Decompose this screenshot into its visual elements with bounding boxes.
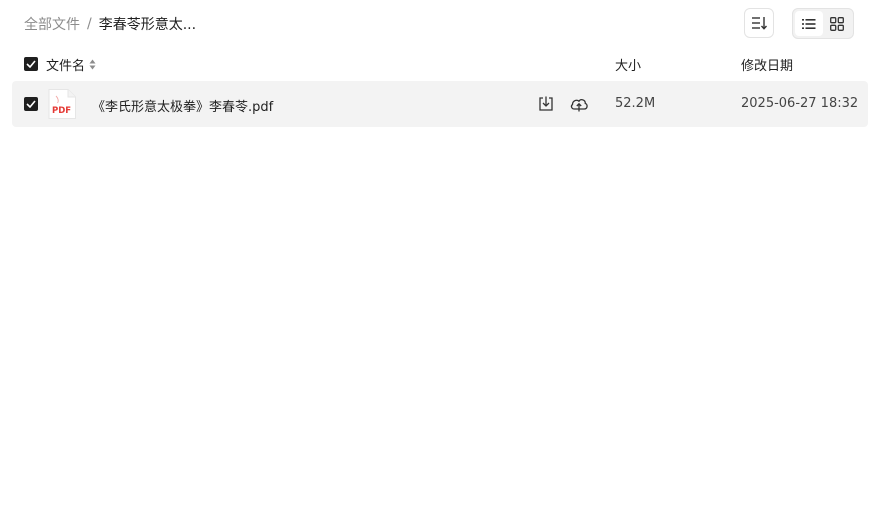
view-switch [792,8,854,39]
table-row[interactable]: PDF 《李氏形意太极拳》李春苓.pdf 52.2M 2025-06-27 18… [12,81,868,127]
select-all-checkbox[interactable] [24,57,38,71]
breadcrumb-root-link[interactable]: 全部文件 [24,14,80,34]
save-to-cloud-icon[interactable] [569,95,589,113]
column-header-date: 修改日期 [741,59,794,74]
sort-caret-icon [89,59,96,70]
sort-button[interactable] [744,8,774,38]
pdf-file-icon: PDF [48,89,76,119]
grid-view-button[interactable] [823,11,851,36]
list-view-button[interactable] [795,11,823,36]
file-modified-date: 2025-06-27 18:32 [741,96,859,111]
sort-icon [752,17,767,30]
checkmark-icon [26,100,36,108]
table-header: 文件名 大小 修改日期 [12,52,868,76]
column-header-name[interactable]: 文件名 [46,55,96,74]
column-name-label: 文件名 [46,59,86,74]
checkmark-icon [26,60,36,68]
download-icon[interactable] [537,95,555,113]
row-checkbox[interactable] [24,97,38,111]
grid-view-icon [830,16,844,31]
file-name[interactable]: 《李氏形意太极拳》李春苓.pdf [92,96,273,115]
list-view-icon [802,18,816,29]
breadcrumb-current-folder: 李春苓形意太... [98,17,197,33]
breadcrumb-separator: / [87,16,92,32]
column-header-size: 大小 [615,59,642,74]
file-size: 52.2M [615,96,656,111]
breadcrumb: 全部文件 / 李春苓形意太... [24,14,196,34]
pdf-icon-label: PDF [52,106,71,116]
